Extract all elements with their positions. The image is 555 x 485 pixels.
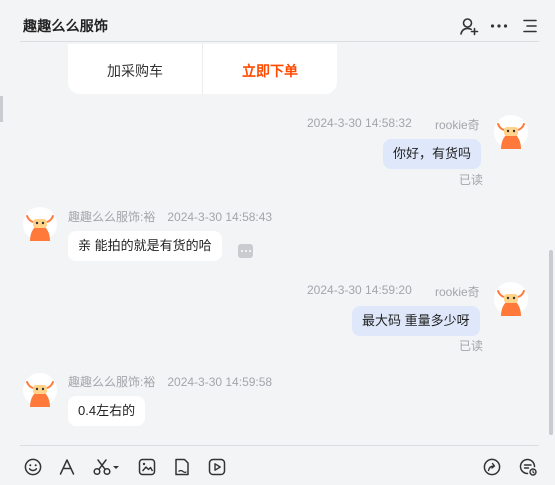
share-icon[interactable] xyxy=(482,457,502,477)
add-to-purchase-cart-button[interactable]: 加采购车 xyxy=(68,44,202,94)
message-time: 2024-3-30 14:59:58 xyxy=(167,375,273,389)
message-sender: 趣趣么么服饰:裕 xyxy=(68,375,156,389)
file-icon[interactable] xyxy=(172,457,192,477)
shop-avatar[interactable] xyxy=(23,373,57,407)
message-time: 2024-3-30 14:58:43 xyxy=(167,210,273,224)
quick-reply-icon[interactable] xyxy=(518,457,538,477)
chat-header: 趣趣么么服饰 xyxy=(0,0,555,42)
read-status: 已读 xyxy=(459,173,484,187)
add-contact-icon[interactable] xyxy=(459,16,479,36)
shop-avatar[interactable] xyxy=(23,207,57,241)
chat-title: 趣趣么么服饰 xyxy=(23,18,109,34)
read-status: 已读 xyxy=(459,339,484,353)
message-bubble-incoming[interactable]: 0.4左右的 xyxy=(68,396,146,426)
header-divider xyxy=(20,41,539,42)
message-sender: rookie奇 xyxy=(435,118,480,132)
window-edge-handle xyxy=(0,96,3,122)
toolbar-divider xyxy=(20,445,539,446)
message-bubble-outgoing[interactable]: 最大码 重量多少呀 xyxy=(352,306,480,336)
message-time: 2024-3-30 14:58:32 xyxy=(307,116,412,130)
message-time: 2024-3-30 14:59:20 xyxy=(307,283,412,297)
message-bubble-incoming[interactable]: 亲 能拍的就是有货的哈 xyxy=(68,231,222,261)
message-sender: 趣趣么么服饰:裕 xyxy=(68,210,156,224)
image-icon[interactable] xyxy=(137,457,157,477)
message-meta: 2024-3-30 14:59:20 xyxy=(307,283,412,297)
product-order-card: 加采购车 立即下单 xyxy=(68,44,337,94)
user-avatar[interactable] xyxy=(494,115,528,149)
message-meta: 趣趣么么服饰:裕 2024-3-30 14:58:43 xyxy=(68,208,272,225)
menu-icon[interactable] xyxy=(520,16,540,36)
message-meta: 2024-3-30 14:58:32 xyxy=(307,116,412,130)
message-more-icon[interactable] xyxy=(238,244,253,258)
scrollbar[interactable] xyxy=(549,250,553,435)
user-avatar[interactable] xyxy=(494,282,528,316)
video-icon[interactable] xyxy=(207,457,227,477)
message-sender: rookie奇 xyxy=(435,285,480,299)
scissors-icon[interactable] xyxy=(92,457,122,477)
message-bubble-outgoing[interactable]: 你好，有货吗 xyxy=(383,139,482,169)
order-now-button[interactable]: 立即下单 xyxy=(203,44,337,94)
message-meta: 趣趣么么服饰:裕 2024-3-30 14:59:58 xyxy=(68,373,272,390)
font-icon[interactable] xyxy=(57,457,77,477)
emoji-icon[interactable] xyxy=(23,457,43,477)
more-icon[interactable] xyxy=(489,16,509,36)
